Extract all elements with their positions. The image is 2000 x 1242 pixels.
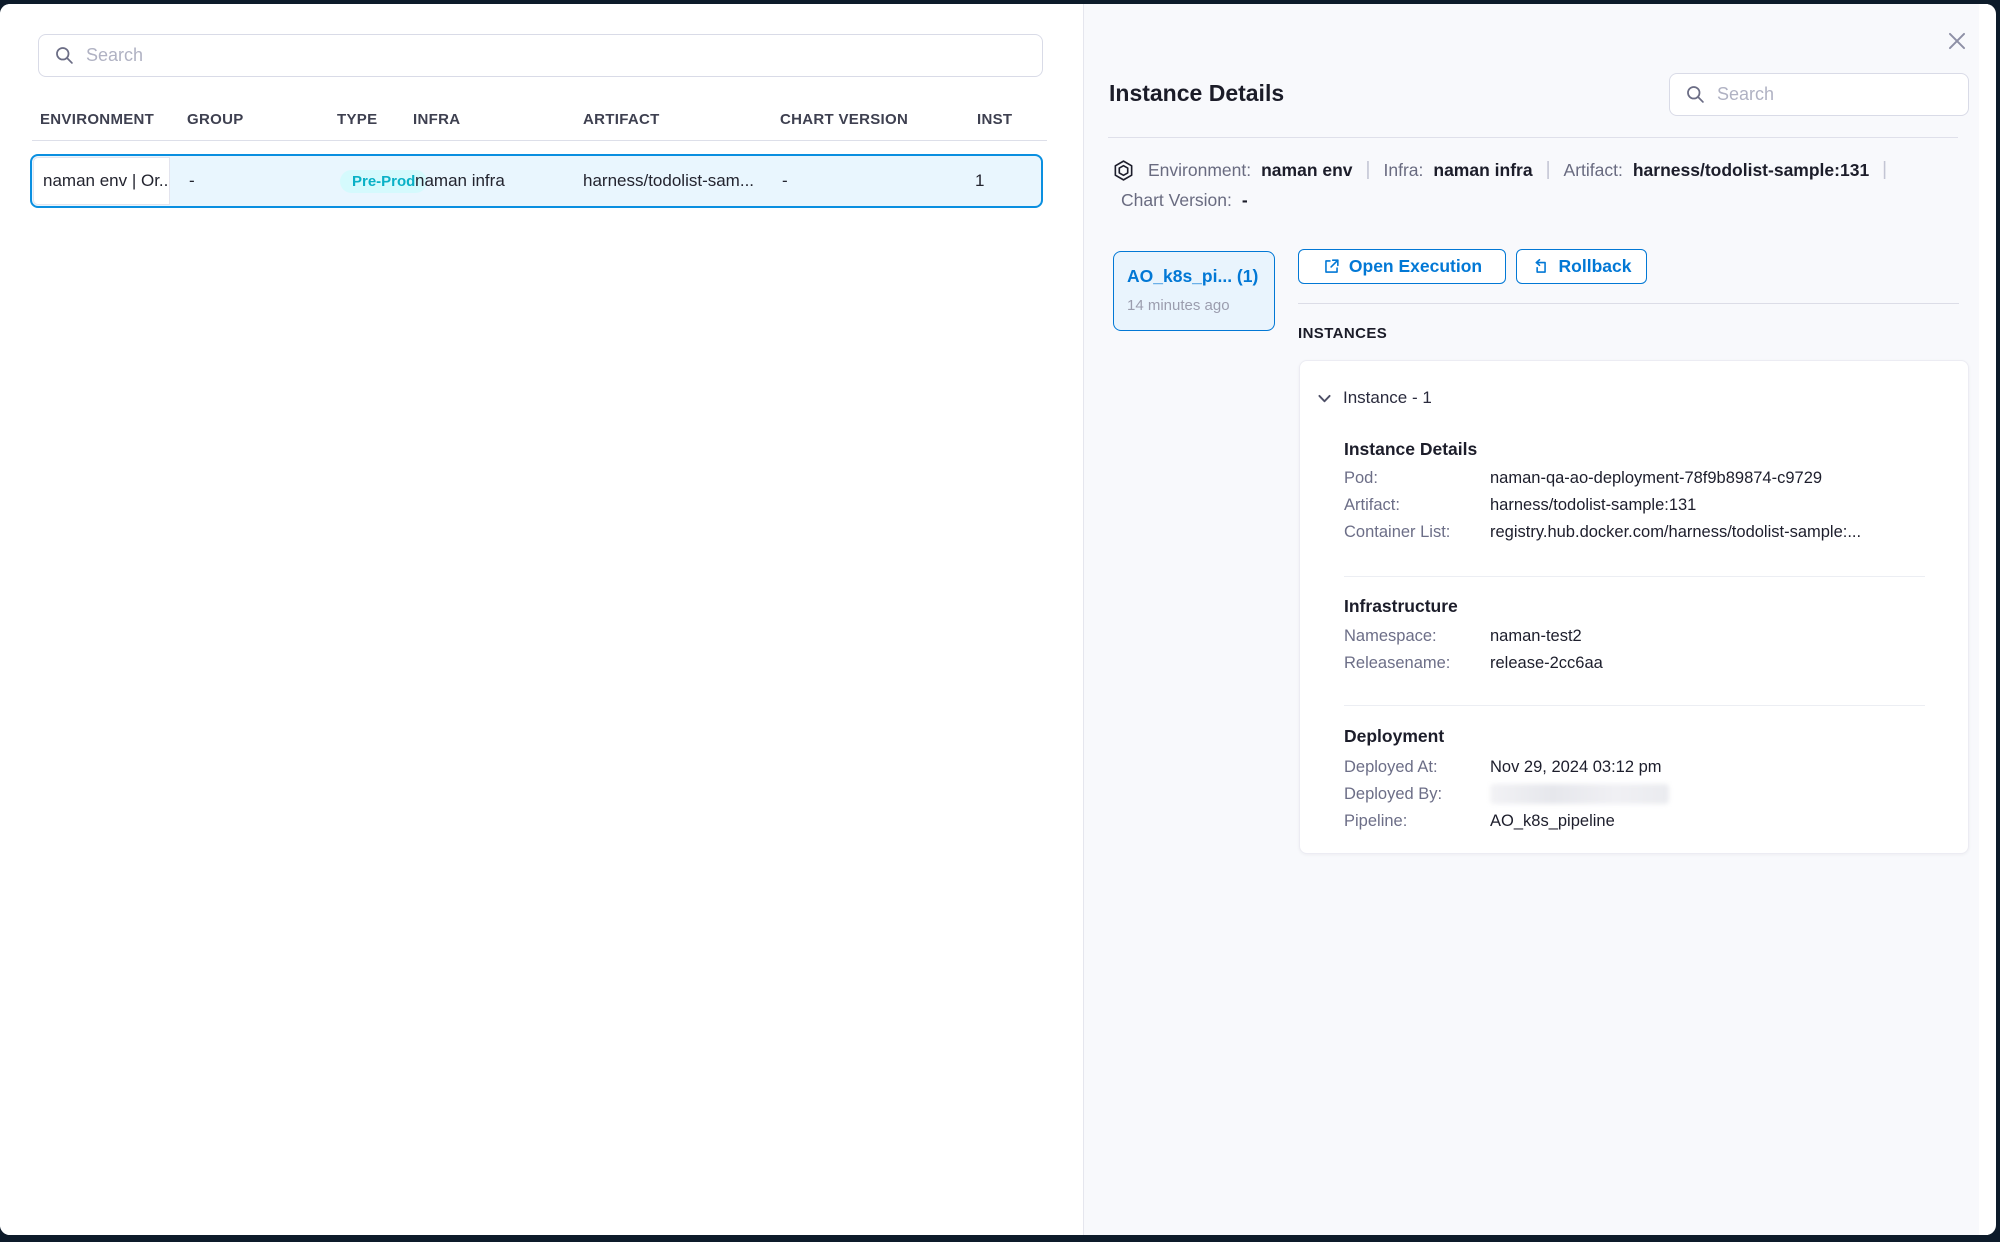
separator: | — [1879, 159, 1890, 181]
deployed-by-redacted-value — [1490, 784, 1669, 804]
separator: | — [1363, 159, 1374, 181]
external-link-icon — [1322, 257, 1341, 276]
artifact-cell: harness/todolist-sam... — [583, 156, 754, 206]
artifact-value: harness/todolist-sample:131 — [1490, 496, 1696, 518]
instance-card: Instance - 1 Instance Details Pod: naman… — [1299, 360, 1969, 854]
instance-details-panel: Instance Details Environment: naman env … — [1083, 4, 1988, 1235]
namespace-field: Namespace: naman-test2 — [1344, 627, 1582, 649]
artifact-value: harness/todolist-sample:131 — [1633, 160, 1869, 181]
releasename-value: release-2cc6aa — [1490, 654, 1603, 676]
deployed-at-field: Deployed At: Nov 29, 2024 03:12 pm — [1344, 758, 1662, 780]
environment-value: naman env — [1261, 160, 1352, 181]
open-execution-button[interactable]: Open Execution — [1298, 249, 1506, 284]
namespace-value: naman-test2 — [1490, 627, 1582, 649]
section-divider — [1344, 576, 1925, 577]
column-header-inst: INST — [977, 111, 1012, 128]
chart-version-cell: - — [782, 156, 788, 206]
table-row[interactable]: naman env | Or... - Pre-Prod naman infra… — [30, 154, 1043, 208]
search-icon — [1685, 84, 1706, 105]
table-header-divider — [32, 140, 1047, 141]
artifact-label: Artifact: — [1564, 160, 1623, 181]
inst-count-cell: 1 — [975, 156, 984, 206]
instances-section-label: INSTANCES — [1298, 325, 1387, 342]
deployed-at-label: Deployed At: — [1344, 758, 1490, 780]
instances-modal: ENVIRONMENT GROUP TYPE INFRA ARTIFACT CH… — [0, 4, 1996, 1235]
execution-card-time: 14 minutes ago — [1127, 297, 1274, 314]
artifact-field: Artifact: harness/todolist-sample:131 — [1344, 496, 1696, 518]
infra-value: naman infra — [1433, 160, 1532, 181]
instances-search-input[interactable] — [1717, 84, 1953, 105]
environment-label: Environment: — [1148, 160, 1251, 181]
column-header-environment: ENVIRONMENT — [40, 111, 154, 128]
search-icon — [54, 45, 75, 66]
pipeline-value: AO_k8s_pipeline — [1490, 812, 1615, 834]
execution-card-title: AO_k8s_pi... (1) — [1127, 266, 1274, 287]
separator: | — [1543, 159, 1554, 181]
instance-details-heading: Instance Details — [1344, 439, 1477, 460]
rollback-button[interactable]: Rollback — [1516, 249, 1647, 284]
instance-title: Instance - 1 — [1343, 388, 1432, 408]
releasename-field: Releasename: release-2cc6aa — [1344, 654, 1603, 676]
column-header-infra: INFRA — [413, 111, 460, 128]
namespace-label: Namespace: — [1344, 627, 1490, 649]
pipeline-field: Pipeline: AO_k8s_pipeline — [1344, 812, 1615, 834]
artifact-label: Artifact: — [1344, 496, 1490, 518]
instance-expander[interactable]: Instance - 1 — [1316, 388, 1432, 408]
infra-cell: naman infra — [415, 156, 505, 206]
section-divider — [1344, 705, 1925, 706]
environments-table-panel: ENVIRONMENT GROUP TYPE INFRA ARTIFACT CH… — [0, 4, 1083, 1235]
deployed-by-label: Deployed By: — [1344, 785, 1490, 807]
deployment-summary: Environment: naman env | Infra: naman in… — [1112, 155, 1962, 215]
deployed-by-field: Deployed By: — [1344, 785, 1669, 807]
deployment-heading: Deployment — [1344, 726, 1444, 747]
infra-label: Infra: — [1383, 160, 1423, 181]
environment-cell: naman env | Or... — [33, 157, 170, 205]
execution-card[interactable]: AO_k8s_pi... (1) 14 minutes ago — [1113, 251, 1275, 331]
column-header-group: GROUP — [187, 111, 244, 128]
table-search-input[interactable] — [86, 45, 1027, 66]
container-list-field: Container List: registry.hub.docker.com/… — [1344, 523, 1861, 545]
instances-search-box[interactable] — [1669, 73, 1969, 116]
chart-version-label: Chart Version: — [1121, 190, 1232, 211]
column-header-chart-version: CHART VERSION — [780, 111, 908, 128]
environment-icon — [1112, 159, 1135, 182]
header-divider — [1108, 137, 1958, 138]
pod-value: naman-qa-ao-deployment-78f9b89874-c9729 — [1490, 469, 1822, 491]
releasename-label: Releasename: — [1344, 654, 1490, 676]
panel-edge — [1979, 4, 1988, 1235]
infrastructure-heading: Infrastructure — [1344, 596, 1458, 617]
close-button[interactable] — [1941, 25, 1973, 57]
deployed-at-value: Nov 29, 2024 03:12 pm — [1490, 758, 1662, 780]
container-list-label: Container List: — [1344, 523, 1490, 545]
column-header-artifact: ARTIFACT — [583, 111, 660, 128]
actions-divider — [1298, 303, 1959, 304]
chevron-down-icon — [1316, 390, 1333, 407]
group-cell: - — [189, 156, 195, 206]
open-execution-label: Open Execution — [1349, 256, 1482, 277]
container-list-value: registry.hub.docker.com/harness/todolist… — [1490, 523, 1861, 545]
pod-field: Pod: naman-qa-ao-deployment-78f9b89874-c… — [1344, 469, 1822, 491]
table-header: ENVIRONMENT GROUP TYPE INFRA ARTIFACT CH… — [38, 108, 1053, 134]
rollback-icon — [1532, 257, 1551, 276]
close-icon — [1944, 28, 1970, 54]
pod-label: Pod: — [1344, 469, 1490, 491]
column-header-type: TYPE — [337, 111, 377, 128]
pipeline-label: Pipeline: — [1344, 812, 1490, 834]
rollback-label: Rollback — [1559, 256, 1632, 277]
page-title: Instance Details — [1109, 80, 1284, 107]
table-search-box[interactable] — [38, 34, 1043, 77]
chart-version-value: - — [1242, 190, 1248, 211]
